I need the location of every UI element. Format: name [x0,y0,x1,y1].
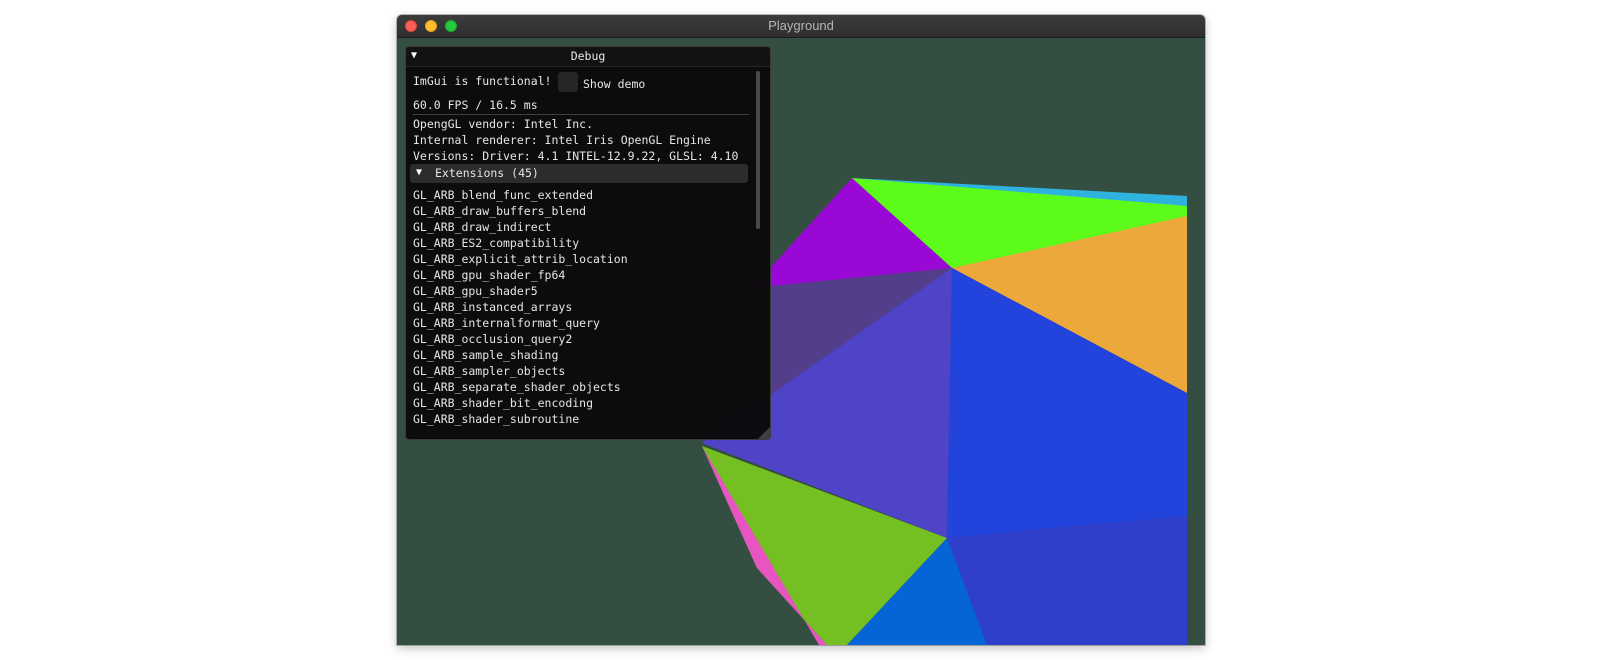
extensions-header[interactable]: ▼ Extensions (45) [410,164,748,183]
extension-item: GL_ARB_explicit_attrib_location [413,252,628,266]
extension-item: GL_ARB_instanced_arrays [413,300,573,314]
extension-item: GL_ARB_sampler_objects [413,364,566,378]
extensions-header-label: Extensions (45) [435,166,539,180]
versions-text: Versions: Driver: 4.1 INTEL-12.9.22, GLS… [413,149,739,163]
scrollbar-thumb[interactable] [756,71,760,229]
extension-item: GL_ARB_ES2_compatibility [413,236,580,250]
resize-grip-icon[interactable] [758,427,770,439]
render-viewport[interactable]: ▼ Debug ImGui is functional! Show demo 6… [397,38,1205,645]
renderer-text: Internal renderer: Intel Iris OpenGL Eng… [413,133,711,147]
debug-panel[interactable]: ▼ Debug ImGui is functional! Show demo 6… [405,46,771,440]
extension-item: GL_ARB_separate_shader_objects [413,380,621,394]
extension-item: GL_ARB_blend_func_extended [413,188,594,202]
status-text: ImGui is functional! [413,74,552,88]
separator [413,114,749,115]
extension-item: GL_ARB_internalformat_query [413,316,600,330]
debug-panel-title-bar[interactable]: ▼ Debug [406,47,770,67]
extension-item: GL_ARB_draw_indirect [413,220,552,234]
show-demo-checkbox[interactable] [558,72,578,92]
extension-item: GL_ARB_occlusion_query2 [413,332,573,346]
debug-panel-content: ImGui is functional! Show demo 60.0 FPS … [406,67,756,439]
window-title: Playground [768,18,834,33]
debug-panel-scrollbar[interactable] [756,67,762,439]
app-window: Playground ▼ Debug ImGui is functional! [397,15,1205,645]
extension-item: GL_ARB_gpu_shader_fp64 [413,268,566,282]
scene-face-11 [947,516,1187,645]
debug-panel-title: Debug [570,49,606,63]
debug-panel-scroll-region[interactable]: ImGui is functional! Show demo 60.0 FPS … [406,67,756,439]
extension-item: GL_ARB_shader_subroutine [413,412,580,426]
extension-item: GL_ARB_gpu_shader5 [413,284,538,298]
extension-item: GL_ARB_draw_buffers_blend [413,204,587,218]
fps-readout: 60.0 FPS / 16.5 ms [413,98,538,112]
show-demo-label: Show demo [583,77,646,91]
title-bar[interactable]: Playground [397,15,1205,38]
vendor-text: OpengGL vendor: Intel Inc. [413,117,594,131]
extension-item: GL_ARB_sample_shading [413,348,559,362]
extension-item: GL_ARB_shader_bit_encoding [413,396,594,410]
expand-triangle-icon: ▼ [416,167,423,178]
